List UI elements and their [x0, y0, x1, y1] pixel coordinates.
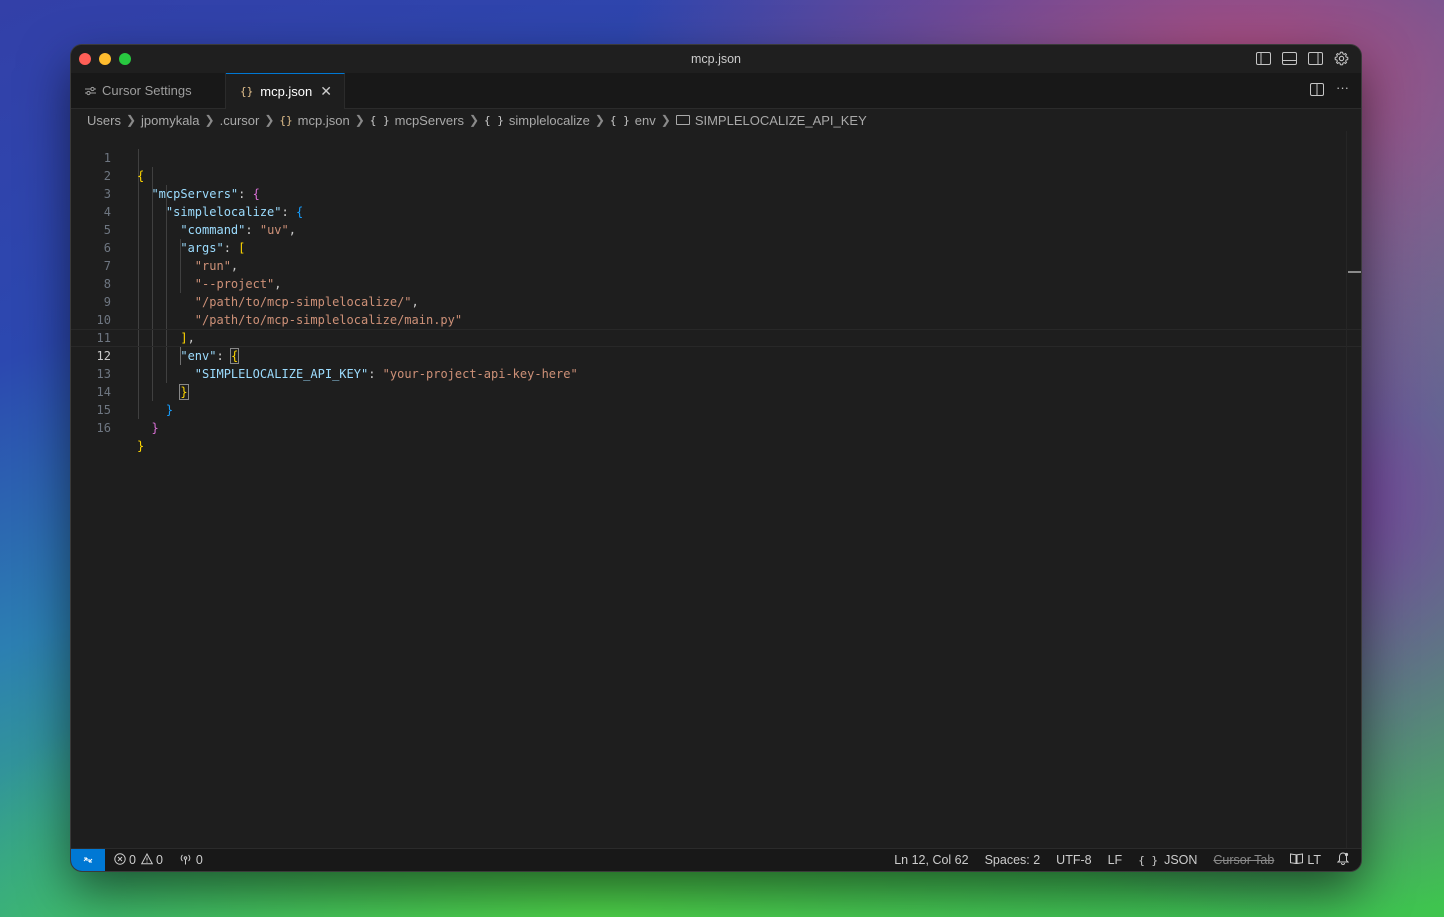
status-right-group: Ln 12, Col 62 Spaces: 2 UTF-8 LF { } JSO… [894, 849, 1350, 871]
minimize-window-button[interactable] [99, 53, 111, 65]
object-braces-icon: { } [609, 113, 630, 127]
language-label: JSON [1164, 853, 1198, 867]
string-symbol-icon [675, 115, 690, 125]
warning-icon [140, 852, 154, 868]
chevron-right-icon: ❯ [125, 113, 137, 127]
remote-icon [83, 857, 93, 863]
warning-count: 0 [155, 853, 163, 867]
close-tab-icon[interactable]: ✕ [320, 83, 332, 100]
book-icon [1290, 853, 1304, 867]
json-braces-icon: {} [279, 113, 293, 127]
breadcrumb-item[interactable]: mcpServers [395, 113, 464, 128]
code-line: 1 { [71, 131, 1361, 183]
remote-indicator-button[interactable] [71, 849, 105, 871]
encoding[interactable]: UTF-8 [1056, 853, 1091, 867]
error-count: 0 [129, 853, 136, 867]
chevron-right-icon: ❯ [594, 113, 605, 127]
json-braces-icon: { } [1138, 853, 1159, 867]
chevron-right-icon: ❯ [264, 113, 275, 127]
json-braces-icon: {} [240, 85, 254, 98]
token: } [137, 439, 145, 453]
code-line: 5 "args": [ [71, 203, 1361, 255]
code-line: 7 "--project", [71, 239, 1361, 291]
editor-actions: ··· [1310, 81, 1349, 101]
title-bar: mcp.json [71, 45, 1361, 74]
error-icon [114, 852, 126, 868]
chevron-right-icon: ❯ [354, 113, 365, 127]
status-bar: 0 0 0 Ln 12, Col 62 Spaces: 2 UTF-8 LF {… [71, 848, 1361, 871]
code-line: 8 "/path/to/mcp-simplelocalize/", [71, 257, 1361, 309]
tab-bar: Cursor Settings {} mcp.json ✕ ··· [71, 73, 1361, 109]
more-actions-icon[interactable]: ··· [1336, 81, 1349, 101]
tab-label: Cursor Settings [102, 83, 192, 98]
code-line: 14 } [71, 365, 1361, 417]
breadcrumb-item[interactable]: jpomykala [141, 113, 200, 128]
tab-cursor-settings[interactable]: Cursor Settings [71, 73, 226, 108]
language-mode[interactable]: { } JSON [1138, 853, 1197, 867]
breadcrumb-item[interactable]: simplelocalize [509, 113, 590, 128]
code-line: 16 } [71, 401, 1361, 453]
breadcrumb-item[interactable]: mcp.json [298, 113, 350, 128]
broadcast-icon [179, 853, 192, 868]
cursor-position[interactable]: Ln 12, Col 62 [894, 853, 968, 867]
code-line: 13 } [71, 347, 1361, 400]
chevron-right-icon: ❯ [204, 113, 215, 127]
ports-button[interactable]: 0 [179, 853, 203, 868]
code-line: 2 "mcpServers": { [71, 149, 1361, 201]
object-braces-icon: { } [484, 113, 504, 127]
ports-count: 0 [195, 853, 203, 867]
code-line: 11 "env": { [71, 311, 1361, 364]
cursor-position-marker [1348, 271, 1361, 273]
code-line: 6 "run", [71, 221, 1361, 273]
tab-mcp-json[interactable]: {} mcp.json ✕ [226, 73, 345, 109]
tab-label: mcp.json [260, 84, 313, 99]
toggle-secondary-sidebar-icon[interactable] [1307, 50, 1323, 66]
code-line: 10 ], [71, 293, 1361, 345]
object-braces-icon: { } [369, 113, 390, 127]
token: } [151, 421, 159, 435]
languagetool-label: LT [1307, 853, 1321, 867]
code-line: 4 "command": "uv", [71, 185, 1361, 237]
layout-controls [1255, 50, 1349, 66]
breadcrumb: Users ❯ jpomykala ❯ .cursor ❯ {} mcp.jso… [71, 109, 1361, 131]
end-of-line[interactable]: LF [1108, 853, 1123, 867]
breadcrumb-item[interactable]: Users [87, 113, 121, 128]
settings-sliders-icon [85, 86, 96, 96]
vertical-scrollbar[interactable] [1346, 131, 1361, 849]
breadcrumb-item[interactable]: .cursor [220, 113, 260, 128]
code-line: 9 "/path/to/mcp-simplelocalize/main.py" [71, 275, 1361, 327]
close-window-button[interactable] [79, 53, 91, 65]
toggle-primary-sidebar-icon[interactable] [1255, 50, 1271, 66]
code-line: 15 } [71, 383, 1361, 435]
code-editor[interactable]: 1 { 2 "mcpServers": { 3 "simplelocalize"… [71, 131, 1361, 849]
chevron-right-icon: ❯ [468, 113, 480, 127]
chevron-right-icon: ❯ [660, 113, 671, 127]
problems-button[interactable]: 0 0 [114, 852, 163, 868]
breadcrumb-item[interactable]: env [635, 113, 656, 128]
split-editor-icon[interactable] [1310, 83, 1324, 101]
editor-window: mcp.json Cursor Settings {} mcp.json ✕ ·… [71, 45, 1361, 871]
code-line: 3 "simplelocalize": { [71, 167, 1361, 219]
indentation[interactable]: Spaces: 2 [985, 853, 1041, 867]
notifications-bell-icon[interactable] [1336, 852, 1350, 868]
languagetool-button[interactable]: LT [1290, 853, 1321, 867]
traffic-lights [79, 53, 131, 65]
breadcrumb-item[interactable]: SIMPLELOCALIZE_API_KEY [695, 113, 867, 128]
cursor-tab-toggle[interactable]: Cursor Tab [1213, 853, 1274, 867]
code-line-current: 12 "SIMPLELOCALIZE_API_KEY": "your-proje… [71, 329, 1361, 381]
toggle-panel-icon[interactable] [1281, 50, 1297, 66]
zoom-window-button[interactable] [119, 53, 131, 65]
settings-gear-icon[interactable] [1333, 50, 1349, 66]
line-number: 16 [96, 421, 111, 435]
window-title: mcp.json [690, 52, 742, 66]
